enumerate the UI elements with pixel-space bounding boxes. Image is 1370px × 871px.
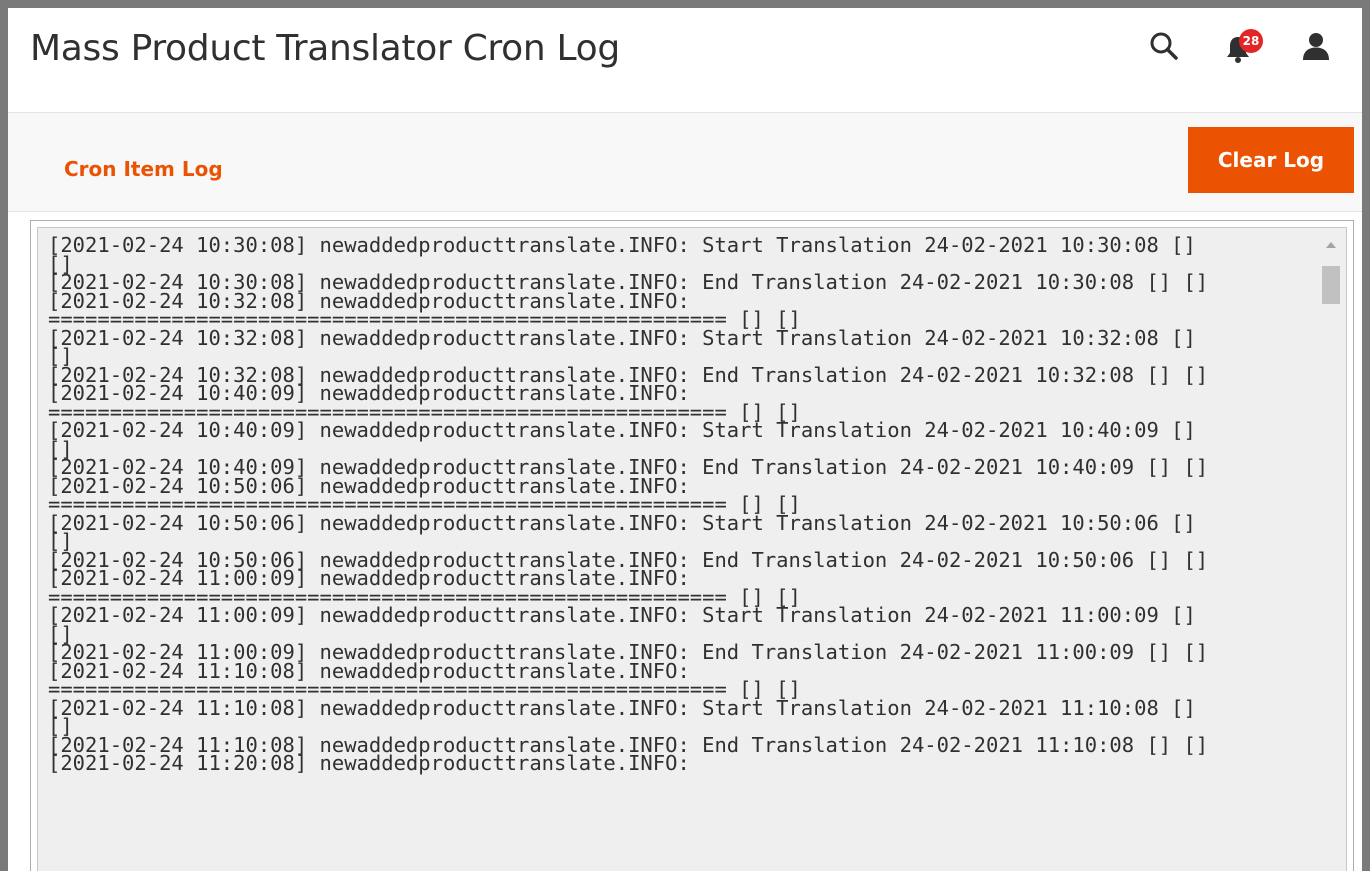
log-line: [2021-02-24 10:30:08] newaddedproducttra… <box>48 233 1196 257</box>
log-panel: [2021-02-24 10:30:08] newaddedproducttra… <box>30 220 1354 871</box>
clear-log-button[interactable]: Clear Log <box>1188 127 1354 193</box>
user-icon[interactable] <box>1300 30 1334 62</box>
log-line: [2021-02-24 11:00:09] newaddedproducttra… <box>48 603 1196 627</box>
log-line: [2021-02-24 10:40:09] newaddedproducttra… <box>48 418 1196 442</box>
app-window: Mass Product Translator Cron Log 28 Cron… <box>0 0 1370 871</box>
log-textarea[interactable]: [2021-02-24 10:30:08] newaddedproducttra… <box>37 227 1347 871</box>
log-line: [2021-02-24 11:10:08] newaddedproducttra… <box>48 695 1196 720</box>
cron-item-log-heading[interactable]: Cron Item Log <box>64 157 223 181</box>
notification-count-badge: 28 <box>1239 29 1263 53</box>
page-title: Mass Product Translator Cron Log <box>30 28 620 69</box>
log-content: [2021-02-24 10:30:08] newaddedproducttra… <box>48 233 1316 775</box>
log-line: [2021-02-24 11:20:08] newaddedproducttra… <box>48 751 690 775</box>
log-line: [2021-02-24 10:32:08] newaddedproducttra… <box>48 325 1196 350</box>
scroll-thumb[interactable] <box>1322 266 1340 304</box>
log-scrollbar[interactable] <box>1320 236 1342 871</box>
search-icon[interactable] <box>1148 30 1180 62</box>
notifications-button[interactable]: 28 <box>1224 29 1264 64</box>
log-line: [2021-02-24 10:50:06] newaddedproducttra… <box>48 510 1196 535</box>
page-actions-bar: Cron Item Log Clear Log <box>8 112 1362 212</box>
scroll-up-arrow-icon[interactable] <box>1326 242 1336 248</box>
page-header: Mass Product Translator Cron Log 28 <box>8 8 1362 112</box>
